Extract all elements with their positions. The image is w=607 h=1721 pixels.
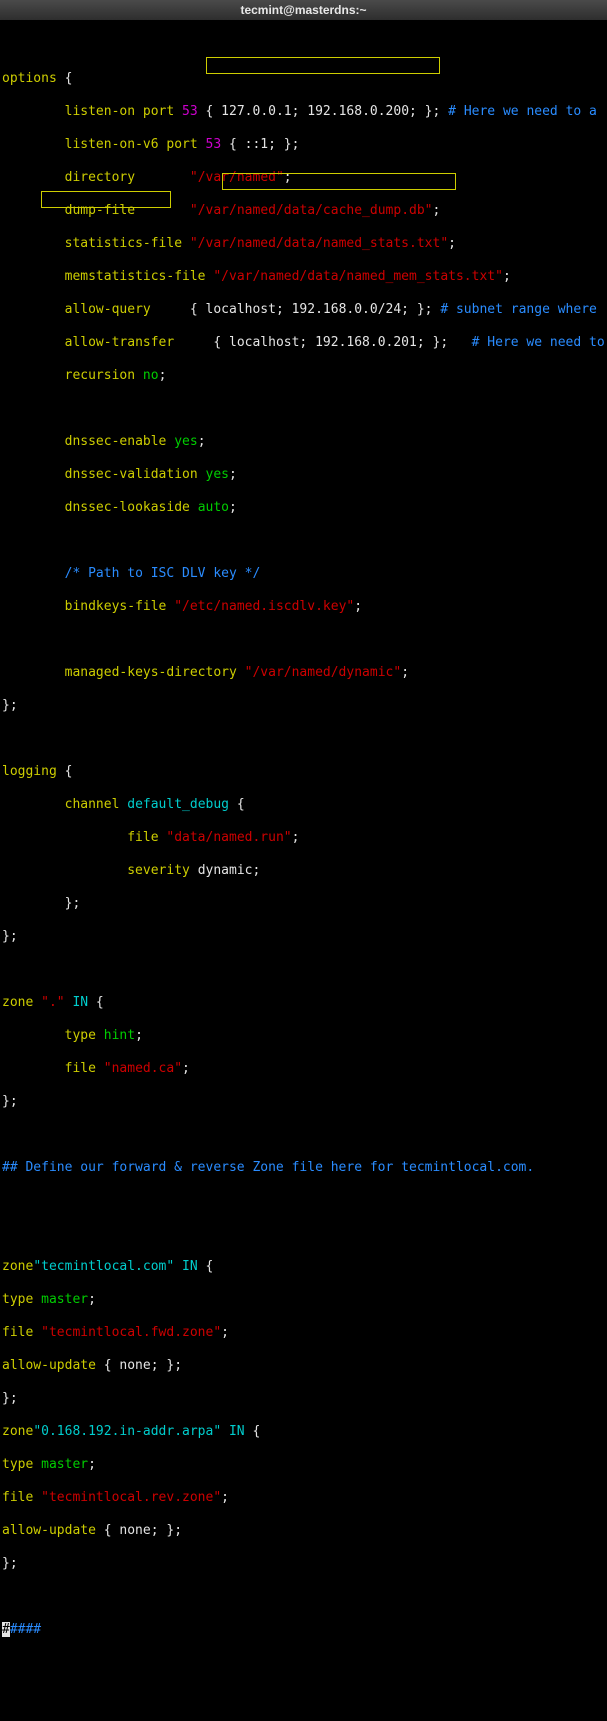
kw-port2: port [166, 137, 197, 152]
comment-define-zone: ## Define our forward & reverse Zone fil… [2, 1160, 534, 1175]
kw-in3: IN [229, 1424, 245, 1439]
kw-type-root: type [65, 1028, 96, 1043]
window-titlebar: tecmint@masterdns:~ [0, 0, 607, 21]
kw-bindkeys: bindkeys-file [65, 599, 167, 614]
kw-allowupdate1: allow-update [2, 1358, 96, 1373]
kw-file-root: file [65, 1061, 96, 1076]
val-yes1: yes [174, 434, 197, 449]
kw-type2: type [2, 1457, 33, 1472]
val-stats: "/var/named/data/named_stats.txt" [190, 236, 448, 251]
val-none2: { none; }; [104, 1523, 182, 1538]
val-dynamic: dynamic [198, 863, 253, 878]
kw-dump: dump-file [65, 203, 135, 218]
val-port: 53 [182, 104, 198, 119]
val-port2: 53 [206, 137, 222, 152]
kw-channel: channel [65, 797, 120, 812]
kw-in2: IN [182, 1259, 198, 1274]
val-named-ca: "named.ca" [104, 1061, 182, 1076]
brace-close: }; [2, 698, 18, 713]
kw-dnssec-validation: dnssec-validation [65, 467, 198, 482]
val-directory: "/var/named" [190, 170, 284, 185]
kw-in: IN [72, 995, 88, 1010]
kw-managed: managed-keys-directory [65, 665, 237, 680]
comment-listen: # Here we need to a [448, 104, 597, 119]
kw-zone1: zone [2, 1259, 33, 1274]
kw-dnssec-enable: dnssec-enable [65, 434, 167, 449]
kw-severity: severity [127, 863, 190, 878]
val-bindkeys: "/etc/named.iscdlv.key" [174, 599, 354, 614]
val-zone2name: "0.168.192.in-addr.arpa" [33, 1424, 221, 1439]
val-fwdzone: "tecmintlocal.fwd.zone" [41, 1325, 221, 1340]
val-recursion: no [143, 368, 159, 383]
val-dump: "/var/named/data/cache_dump.db" [190, 203, 433, 218]
kw-file1: file [2, 1325, 33, 1340]
cursor: # [2, 1622, 10, 1637]
kw-memstats: memstatistics-file [65, 269, 206, 284]
kw-logging: logging [2, 764, 57, 779]
semi: ; [284, 170, 292, 185]
kw-zone2: zone [2, 1424, 33, 1439]
kw-file: file [127, 830, 158, 845]
terminal-content[interactable]: options { listen-on port 53 { 127.0.0.1;… [0, 21, 607, 1721]
val-managed: "/var/named/dynamic" [245, 665, 402, 680]
kw-file2: file [2, 1490, 33, 1505]
kw-stats: statistics-file [65, 236, 182, 251]
kw-allowupdate2: allow-update [2, 1523, 96, 1538]
kw-allowquery: allow-query [65, 302, 151, 317]
kw-port: port [143, 104, 174, 119]
val-memstats: "/var/named/data/named_mem_stats.txt" [213, 269, 503, 284]
val-master2: master [41, 1457, 88, 1472]
val-named-run: "data/named.run" [166, 830, 291, 845]
val-allowquery: { localhost; 192.168.0.0/24; }; [190, 302, 433, 317]
kw-listen-v6: listen-on-v6 [65, 137, 159, 152]
kw-type1: type [2, 1292, 33, 1307]
kw-zone-root: zone [2, 995, 33, 1010]
kw-recursion: recursion [65, 368, 135, 383]
val-zone1name: "tecmintlocal.com" [33, 1259, 174, 1274]
brace: { [65, 71, 73, 86]
kw-allowtransfer: allow-transfer [65, 335, 175, 350]
comment-transfer: # Here we need to [472, 335, 605, 350]
kw-dnssec-lookaside: dnssec-lookaside [65, 500, 190, 515]
val-none1: { none; }; [104, 1358, 182, 1373]
tail-hashes: #### [10, 1622, 41, 1637]
kw-directory: directory [65, 170, 135, 185]
comment-path: /* Path to ISC DLV key */ [65, 566, 261, 581]
val-listen-ips: { 127.0.0.1; 192.168.0.200; }; [206, 104, 441, 119]
val-master1: master [41, 1292, 88, 1307]
val-revzone: "tecmintlocal.rev.zone" [41, 1490, 221, 1505]
val-dot: "." [41, 995, 64, 1010]
comment-query: # subnet range where [440, 302, 597, 317]
val-hint: hint [104, 1028, 135, 1043]
val-v6: { ::1; }; [229, 137, 299, 152]
val-defaultdebug: default_debug [127, 797, 229, 812]
val-auto: auto [198, 500, 229, 515]
kw-options: options [2, 71, 57, 86]
val-allowtransfer: { localhost; 192.168.0.201; }; [213, 335, 448, 350]
kw-listen-on: listen-on [65, 104, 135, 119]
val-yes2: yes [206, 467, 229, 482]
